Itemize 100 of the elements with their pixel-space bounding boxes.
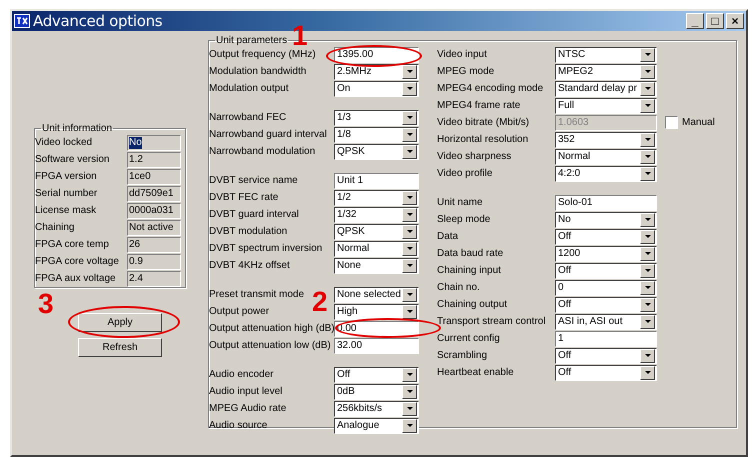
field-label: Output attenuation low (dB)	[209, 340, 332, 351]
dropdown[interactable]: Normal	[334, 240, 419, 256]
field-label: Modulation bandwidth	[209, 66, 308, 77]
dropdown[interactable]: 256kbits/s	[334, 400, 419, 416]
field-label: Sleep mode	[437, 214, 492, 225]
action-button[interactable]: Refresh	[78, 338, 162, 357]
field-label: MPEG4 frame rate	[437, 100, 522, 111]
field-label: FPGA core temp	[35, 239, 110, 250]
readonly-field: No	[127, 134, 181, 150]
field-label: Data	[437, 231, 460, 242]
field-label: Video bitrate (Mbit/s)	[437, 117, 530, 128]
dropdown[interactable]: None	[334, 258, 419, 274]
dropdown[interactable]: Off	[555, 228, 657, 244]
dropdown[interactable]: MPEG2	[555, 64, 657, 80]
dropdown[interactable]: Normal	[555, 148, 657, 164]
field-label: Preset transmit mode	[209, 289, 306, 300]
field-label: Narrowband guard interval	[209, 129, 328, 140]
dropdown[interactable]: Standard delay pr	[555, 80, 657, 96]
dropdown[interactable]: Off	[555, 262, 657, 278]
dropdown[interactable]: QPSK	[334, 224, 419, 240]
field-label: MPEG mode	[437, 66, 496, 77]
field-label: Modulation output	[209, 83, 290, 94]
field-label: License mask	[35, 205, 98, 216]
field-label: DVBT guard interval	[209, 209, 300, 220]
dropdown[interactable]: 1/32	[334, 206, 419, 222]
dropdown[interactable]: Off	[334, 366, 419, 382]
dropdown[interactable]: Off	[555, 348, 657, 364]
field-label: Narrowband modulation	[209, 146, 316, 157]
dropdown[interactable]: Off	[555, 296, 657, 312]
dropdown[interactable]: None selected	[334, 286, 419, 302]
field-label: Video sharpness	[437, 151, 512, 162]
minimize-button[interactable]: _	[686, 13, 704, 29]
field-label: DVBT spectrum inversion	[209, 243, 324, 254]
field-label: Chaining	[35, 222, 76, 233]
field-label: FPGA aux voltage	[35, 273, 117, 284]
readonly-field: Not active	[127, 220, 181, 236]
dropdown[interactable]: Full	[555, 98, 657, 114]
input-field[interactable]: 1395.00	[334, 46, 419, 62]
dropdown[interactable]: 1/3	[334, 110, 419, 126]
maximize-button[interactable]: □	[706, 13, 724, 29]
field-label: Narrowband FEC	[209, 112, 288, 123]
field-label: Audio source	[209, 420, 268, 431]
close-button[interactable]: ×	[726, 13, 744, 29]
field-label: Heartbeat enable	[437, 367, 515, 378]
action-button[interactable]: Apply	[78, 313, 162, 332]
dropdown[interactable]: 0dB	[334, 384, 419, 400]
dropdown[interactable]: 4:2:0	[555, 166, 657, 182]
input-field[interactable]: Solo-01	[555, 194, 657, 210]
field-label: Serial number	[35, 188, 98, 199]
dropdown[interactable]: QPSK	[334, 144, 419, 160]
field-label: Chaining input	[437, 265, 502, 276]
field-label: Horizontal resolution	[437, 134, 530, 145]
field-label: Output power	[209, 306, 270, 317]
field-label: Video locked	[35, 137, 94, 148]
field-label: Audio encoder	[209, 369, 274, 380]
dropdown[interactable]: No	[555, 212, 657, 228]
window-title: Advanced options	[33, 12, 162, 30]
field-label: DVBT FEC rate	[209, 192, 280, 203]
field-label: Unit name	[437, 197, 484, 208]
field-label: Transport stream control	[437, 316, 547, 327]
field-label: DVBT 4KHz offset	[209, 260, 291, 271]
dropdown[interactable]: 1/2	[334, 190, 419, 206]
input-field[interactable]: 1	[555, 330, 657, 346]
dropdown[interactable]: Analogue	[334, 418, 419, 434]
readonly-field: 0000a031	[127, 202, 181, 218]
field-label: Output attenuation high (dB)	[209, 323, 334, 334]
input-field: 1.0603	[555, 114, 657, 130]
field-label: MPEG Audio rate	[209, 403, 288, 414]
readonly-field: 26	[127, 236, 181, 252]
field-label: DVBT service name	[209, 175, 299, 186]
logo-icon	[14, 14, 30, 28]
field-label: Current config	[437, 333, 501, 344]
checkbox-label: Manual	[682, 117, 715, 128]
field-label: FPGA version	[35, 171, 98, 182]
input-field[interactable]: Unit 1	[334, 172, 419, 188]
input-field[interactable]: 32.00	[334, 338, 419, 354]
readonly-field: 2.4	[127, 270, 181, 286]
readonly-field: dd7509e1	[127, 186, 181, 202]
dropdown[interactable]: High	[334, 304, 419, 320]
dropdown[interactable]: 2.5MHz	[334, 64, 419, 80]
field-label: Software version	[35, 154, 110, 165]
dropdown[interactable]: NTSC	[555, 46, 657, 62]
dropdown[interactable]: 352	[555, 132, 657, 148]
dropdown[interactable]: 0	[555, 280, 657, 296]
field-label: Chaining output	[437, 299, 508, 310]
dropdown[interactable]: On	[334, 80, 419, 96]
field-label: FPGA core voltage	[35, 256, 120, 267]
group-title: Unit information	[41, 123, 114, 134]
checkbox[interactable]	[665, 116, 678, 129]
dropdown[interactable]: Off	[555, 364, 657, 380]
annotation-number: 3	[38, 290, 54, 318]
readonly-field: 1ce0	[127, 168, 181, 184]
dropdown[interactable]: ASI in, ASI out	[555, 314, 657, 330]
readonly-field: 0.9	[127, 254, 181, 270]
annotation-number: 2	[312, 288, 328, 316]
dropdown[interactable]: 1200	[555, 246, 657, 262]
field-label: Video input	[437, 49, 488, 60]
field-label: Audio input level	[209, 386, 284, 397]
field-label: Output frequency (MHz)	[209, 49, 317, 60]
dropdown[interactable]: 1/8	[334, 126, 419, 142]
